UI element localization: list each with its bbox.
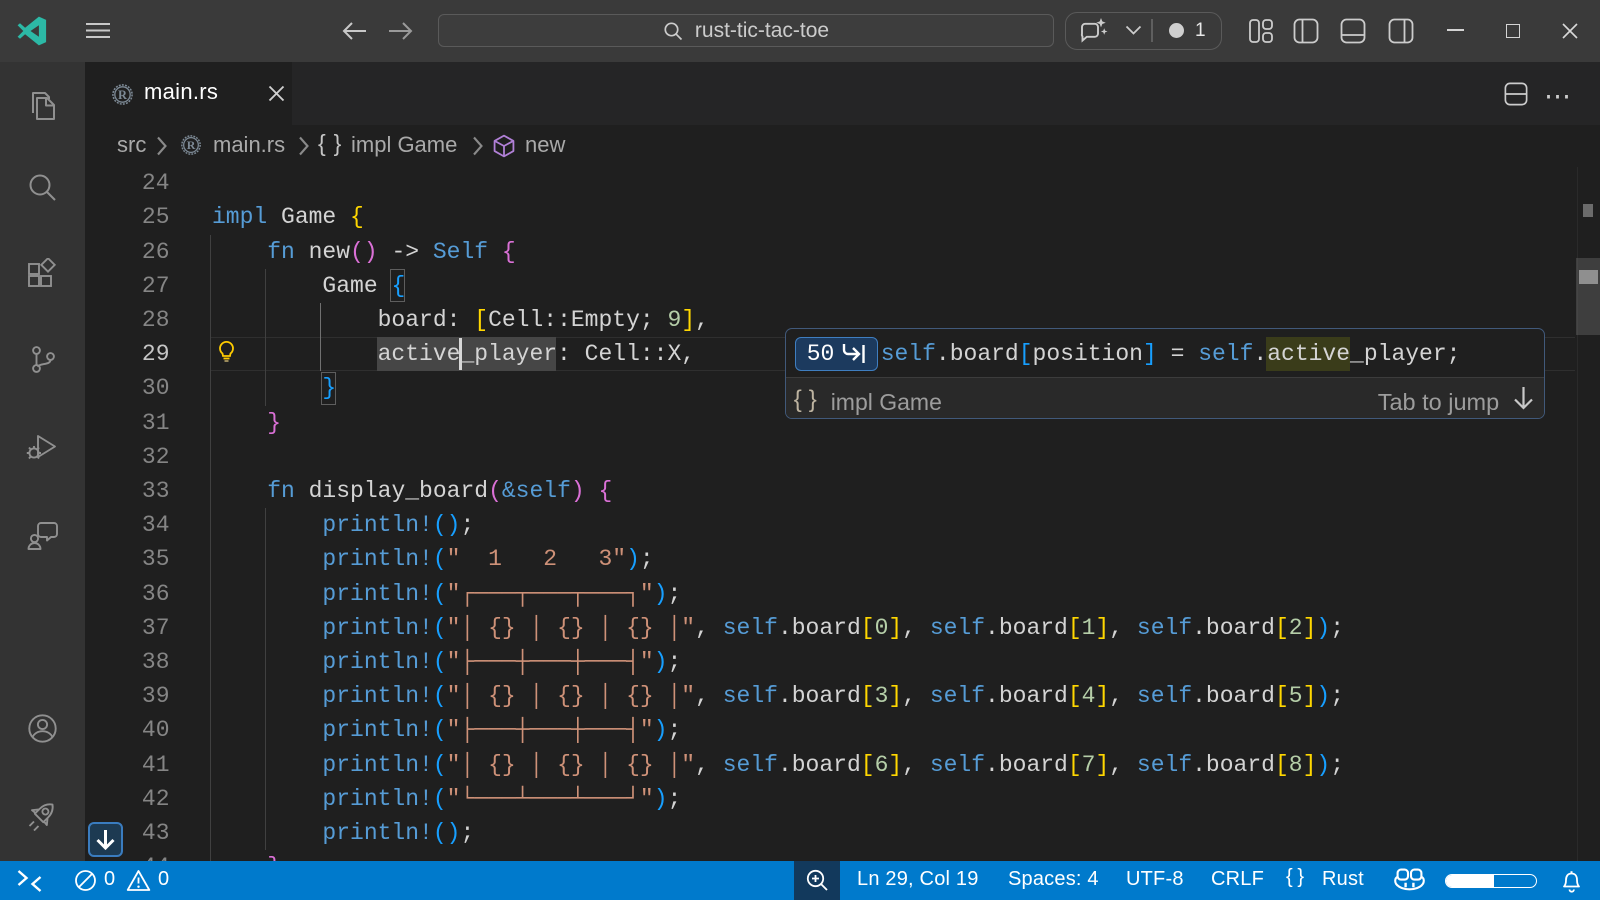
svg-text:R: R	[118, 88, 128, 102]
svg-text:R: R	[187, 138, 196, 152]
